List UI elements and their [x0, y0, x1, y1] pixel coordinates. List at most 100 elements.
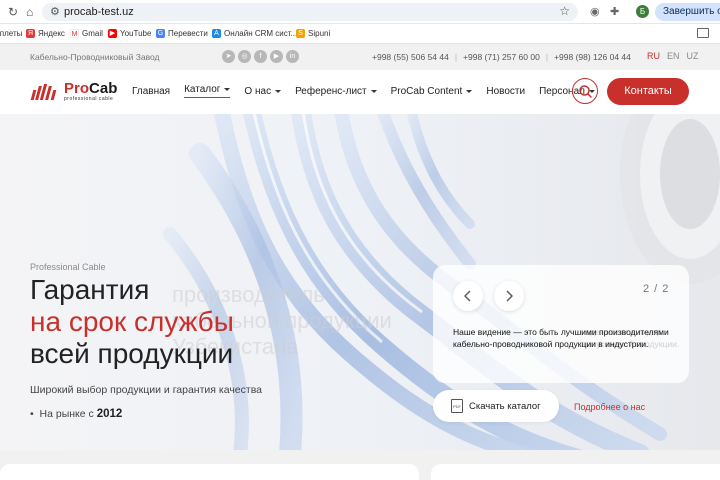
procab-logo[interactable]: ProCab professional cable	[30, 80, 118, 102]
linkedin-icon[interactable]: in	[286, 50, 299, 63]
search-button[interactable]	[572, 78, 598, 104]
yandex-icon: Я	[26, 29, 35, 38]
site-info-icon[interactable]: ⚙	[50, 5, 60, 18]
bookmark-translate[interactable]: G Перевести	[156, 29, 208, 38]
headline-line-3: всей продукции	[30, 338, 234, 369]
bookmark-label: YouTube	[120, 29, 152, 38]
chevron-down-icon	[275, 89, 282, 93]
menu-about[interactable]: О нас	[244, 84, 282, 98]
language-switcher: RU EN UZ	[647, 51, 699, 61]
address-bar[interactable]: ⚙ procab-test.uz ☆	[42, 3, 578, 21]
next-section	[0, 450, 720, 480]
reload-icon[interactable]: ↻	[8, 5, 18, 19]
menu-label: ProCab Content	[390, 85, 463, 97]
bookmark-label: Онлайн CRM сист...	[224, 29, 298, 38]
menu-news[interactable]: Новости	[486, 84, 525, 98]
slider-prev-button[interactable]	[453, 281, 483, 311]
section-card	[0, 464, 419, 480]
logo-pro: Pro	[64, 80, 90, 97]
hero-text: Professional Cable производитель кабельн…	[30, 262, 392, 420]
crm-icon: A	[212, 29, 221, 38]
phone-link[interactable]: +998 (98) 126 04 44	[554, 52, 631, 62]
info-bar: Кабельно-Проводниковый Завод ➤ ◎ f ▶ in …	[0, 44, 720, 70]
bookmark-sipuni[interactable]: S Sipuni	[296, 29, 330, 38]
search-icon	[579, 85, 592, 98]
hero-section: Professional Cable производитель кабельн…	[0, 114, 720, 450]
bookmark-gmail[interactable]: M Gmail	[70, 29, 103, 38]
headline-line-1: Гарантия	[30, 274, 150, 305]
slide-counter: 2 / 2	[643, 283, 670, 295]
logo-mark-icon	[30, 84, 60, 100]
lang-ru[interactable]: RU	[647, 51, 660, 61]
profile-avatar[interactable]: Б	[636, 5, 649, 18]
menu-label: Новости	[486, 85, 526, 97]
menu-catalog[interactable]: Каталог	[184, 84, 231, 98]
youtube-icon: ▶	[108, 29, 117, 38]
bookmark-yandex[interactable]: Я Яндекс	[26, 29, 65, 38]
phone-link[interactable]: +998 (71) 257 60 00	[463, 52, 540, 62]
section-card	[431, 464, 720, 480]
whatsapp-icon[interactable]: ◉	[590, 5, 600, 18]
extensions-icon[interactable]: ✚	[610, 5, 619, 18]
sipuni-icon: S	[296, 29, 305, 38]
gmail-icon: M	[70, 29, 79, 38]
logo-cab: Cab	[89, 80, 118, 97]
slider-next-button[interactable]	[494, 281, 524, 311]
lang-uz[interactable]: UZ	[687, 51, 699, 61]
address-url: procab-test.uz	[64, 6, 134, 18]
bookmark-label: Перевести	[168, 29, 208, 38]
chevron-down-icon	[370, 89, 377, 93]
youtube-social-icon[interactable]: ▶	[270, 50, 283, 63]
hero-subtitle: Широкий выбор продукции и гарантия качес…	[30, 384, 262, 396]
site-header: ProCab professional cable Главная Катало…	[0, 70, 720, 114]
market-prefix: На рынке с	[39, 408, 94, 420]
bookmark-label: Сплеты	[0, 29, 23, 38]
hero-headline: Гарантия на срок службы всей продукции	[30, 274, 234, 370]
contacts-button[interactable]: Контакты	[607, 78, 689, 105]
pdf-icon: PDF	[451, 399, 463, 413]
menu-label: Каталог	[184, 84, 221, 95]
translate-icon: G	[156, 29, 165, 38]
hero-kicker: Professional Cable	[30, 262, 106, 272]
chevron-down-icon	[224, 88, 231, 91]
browser-toolbar: ↻ ⌂ ⚙ procab-test.uz ☆ ◉ ✚ Б Завершить о…	[0, 0, 720, 24]
logo-tagline: professional cable	[64, 96, 114, 102]
chevron-down-icon	[466, 89, 473, 93]
download-catalog-button[interactable]: PDF Скачать каталог	[433, 390, 559, 422]
bookmark-label: Яндекс	[38, 29, 65, 38]
phone-separator: |	[454, 52, 458, 62]
bookmark-label: Sipuni	[308, 29, 331, 38]
chevron-right-icon	[506, 290, 513, 302]
bookmarks-bar: Сплеты Я Яндекс M Gmail ▶ YouTube G Пере…	[0, 24, 720, 44]
headline-line-2: на срок службы	[30, 306, 234, 337]
bookmarks-folder-icon[interactable]	[697, 28, 709, 38]
lang-en[interactable]: EN	[667, 51, 680, 61]
vision-text: Наше видение — это быть лучшими производ…	[453, 327, 669, 349]
instagram-icon[interactable]: ◎	[238, 50, 251, 63]
menu-home[interactable]: Главная	[132, 84, 170, 98]
phone-link[interactable]: +998 (55) 506 54 44	[372, 52, 449, 62]
menu-content[interactable]: ProCab Content	[391, 84, 473, 98]
bookmark-youtube[interactable]: ▶ YouTube	[108, 29, 151, 38]
facebook-icon[interactable]: f	[254, 50, 267, 63]
main-menu: Главная Каталог О нас Референс-лист ProC…	[132, 84, 595, 98]
phone-list: +998 (55) 506 54 44 | +998 (71) 257 60 0…	[372, 52, 631, 62]
home-icon[interactable]: ⌂	[26, 5, 33, 19]
menu-label: О нас	[244, 85, 272, 97]
bookmark-star-icon[interactable]: ☆	[559, 4, 570, 18]
catalog-label: Скачать каталог	[469, 400, 541, 412]
social-links: ➤ ◎ f ▶ in	[222, 50, 299, 63]
telegram-icon[interactable]: ➤	[222, 50, 235, 63]
bookmark-item[interactable]: Сплеты	[0, 29, 22, 38]
vision-slider: 2 / 2 надежности в лидер выпускаемой про…	[433, 265, 689, 383]
bookmark-crm[interactable]: A Онлайн CRM сист...	[212, 29, 297, 38]
bookmark-label: Gmail	[82, 29, 103, 38]
market-since: • На рынке с 2012	[30, 408, 123, 420]
menu-label: Главная	[132, 85, 171, 97]
menu-references[interactable]: Референс-лист	[295, 84, 377, 98]
finish-update-button[interactable]: Завершить обно	[655, 3, 720, 21]
more-about-link[interactable]: Подробнее о нас	[574, 402, 645, 412]
market-year: 2012	[96, 408, 123, 420]
chevron-left-icon	[464, 290, 471, 302]
phone-separator: |	[545, 52, 549, 62]
